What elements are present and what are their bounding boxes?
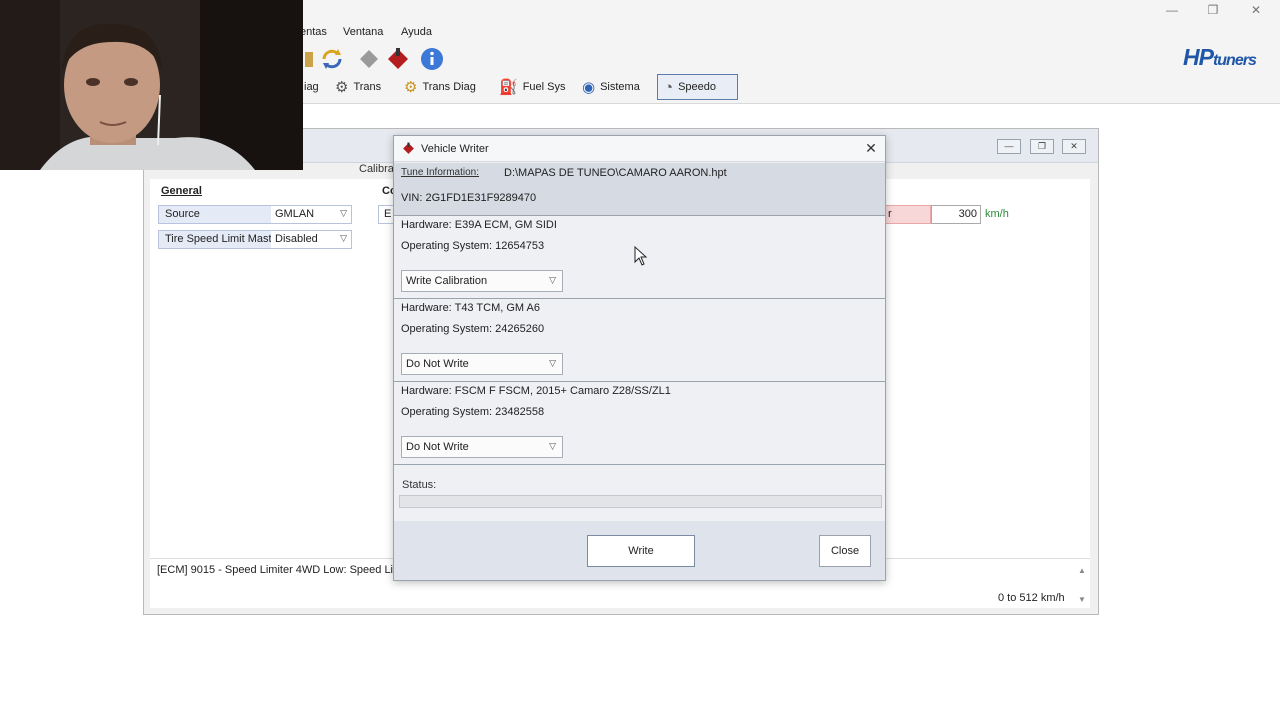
scroll-down-icon[interactable]: ▼ — [1078, 595, 1086, 604]
gear-icon: ⚙ — [335, 79, 349, 96]
source-value[interactable]: GMLAN ▽ — [271, 206, 351, 223]
table-description: [ECM] 9015 - Speed Limiter 4WD Low: Spee… — [157, 564, 394, 576]
tab-sistema[interactable]: ◉ Sistema — [576, 74, 646, 100]
speed-limit-input[interactable]: 300 — [931, 205, 981, 224]
tab-diag-label: iag — [304, 81, 319, 93]
dialog-title: Vehicle Writer — [421, 143, 489, 155]
editor-close-button[interactable]: ✕ — [1062, 139, 1086, 154]
sync-icon[interactable] — [319, 46, 345, 72]
tire-speed-limit-value[interactable]: Disabled ▽ — [271, 231, 351, 248]
source-label: Source — [159, 206, 271, 223]
info-icon[interactable] — [419, 46, 445, 72]
hptuners-logo: HPtuners — [1183, 44, 1257, 71]
close-button[interactable]: Close — [819, 535, 871, 567]
chevron-down-icon: ▽ — [549, 275, 556, 285]
logo-hp: HP — [1183, 44, 1214, 70]
tab-fuel-sys[interactable]: ⛽ Fuel Sys — [493, 74, 571, 100]
tab-speedo[interactable]: ◔ Speedo — [657, 74, 738, 100]
tab-trans-diag-label: Trans Diag — [422, 81, 476, 93]
write-vehicle-icon[interactable] — [385, 46, 411, 72]
mouse-cursor-icon — [634, 246, 648, 266]
tab-trans[interactable]: ⚙ Trans — [329, 74, 387, 100]
vin-text: VIN: 2G1FD1E31F9289470 — [401, 192, 537, 204]
maximize-button[interactable]: ❐ — [1203, 2, 1223, 18]
module-fscm-os: Operating System: 23482558 — [401, 406, 545, 418]
globe-icon: ◉ — [582, 79, 596, 96]
scroll-up-icon[interactable]: ▲ — [1078, 566, 1086, 575]
menu-herramientas[interactable]: entas — [300, 26, 327, 38]
status-label: Status: — [402, 479, 437, 491]
module-ecm-hardware: Hardware: E39A ECM, GM SIDI — [401, 219, 557, 231]
tune-info-label: Tune Information: — [401, 167, 480, 178]
read-vehicle-icon-shape — [360, 50, 378, 68]
general-heading: General — [161, 185, 202, 197]
tune-file-path: D:\MAPAS DE TUNEO\CAMARO AARON.hpt — [504, 167, 727, 179]
dialog-close-icon[interactable]: ✕ — [862, 139, 880, 157]
calibration-tab-fragment[interactable]: Calibra — [359, 163, 394, 175]
sync-icon-shape — [322, 49, 342, 69]
status-progress-bar — [399, 495, 882, 508]
value-range: 0 to 512 km/h — [998, 592, 1065, 604]
gear-icon: ⚙ — [404, 79, 418, 96]
tire-speed-limit-label: Tire Speed Limit Mast — [159, 231, 271, 248]
module-fscm-action-select[interactable]: Do Not Write ▽ — [401, 436, 563, 458]
menu-ayuda[interactable]: Ayuda — [401, 26, 432, 38]
read-vehicle-icon[interactable] — [356, 46, 382, 72]
info-icon-shape — [421, 48, 443, 70]
speed-limit-label-fragment: r — [884, 205, 931, 224]
webcam-overlay — [0, 0, 303, 170]
logo-tuners: tuners — [1212, 52, 1257, 69]
tab-sistema-label: Sistema — [600, 81, 640, 93]
tab-trans-label: Trans — [353, 81, 382, 93]
tab-fuel-sys-label: Fuel Sys — [522, 81, 566, 93]
speedometer-icon: ◔ — [664, 78, 674, 96]
fuel-pump-icon: ⛽ — [499, 79, 518, 96]
vehicle-writer-dialog: Vehicle Writer ✕ Tune Information: D:\MA… — [393, 135, 886, 581]
module-fscm-hardware: Hardware: FSCM F FSCM, 2015+ Camaro Z28/… — [401, 385, 671, 397]
menu-ventana[interactable]: Ventana — [343, 26, 383, 38]
webcam-person-image — [0, 0, 303, 170]
module-ecm-os: Operating System: 12654753 — [401, 240, 545, 252]
close-app-button[interactable]: ✕ — [1246, 2, 1266, 18]
vehicle-writer-icon — [402, 142, 415, 158]
editor-restore-button[interactable]: ❐ — [1030, 139, 1054, 154]
write-vehicle-icon-shape — [388, 48, 408, 69]
chevron-down-icon: ▽ — [340, 233, 347, 243]
chevron-down-icon: ▽ — [340, 208, 347, 218]
module-tcm-os: Operating System: 24265260 — [401, 323, 545, 335]
tire-speed-limit-value-text: Disabled — [275, 233, 318, 245]
editor-minimize-button[interactable]: — — [997, 139, 1021, 154]
chevron-down-icon: ▽ — [549, 358, 556, 368]
module-ecm-action: Write Calibration — [406, 275, 488, 287]
source-value-text: GMLAN — [275, 208, 315, 220]
module-fscm-action: Do Not Write — [406, 441, 469, 453]
source-property[interactable]: Source GMLAN ▽ — [158, 205, 352, 224]
module-tcm-action-select[interactable]: Do Not Write ▽ — [401, 353, 563, 375]
minimize-button[interactable]: — — [1162, 2, 1182, 18]
module-ecm-action-select[interactable]: Write Calibration ▽ — [401, 270, 563, 292]
chevron-down-icon: ▽ — [549, 441, 556, 451]
vehicle-writer-icon-shape — [403, 142, 414, 154]
partial-icon-shape — [305, 52, 313, 67]
write-button[interactable]: Write — [587, 535, 695, 567]
tab-trans-diag[interactable]: ⚙ Trans Diag — [398, 74, 482, 100]
tab-speedo-label: Speedo — [678, 81, 716, 93]
module-tcm-action: Do Not Write — [406, 358, 469, 370]
speed-limit-unit: km/h — [985, 208, 1009, 220]
tire-speed-limit-property[interactable]: Tire Speed Limit Mast Disabled ▽ — [158, 230, 352, 249]
module-tcm-hardware: Hardware: T43 TCM, GM A6 — [401, 302, 540, 314]
